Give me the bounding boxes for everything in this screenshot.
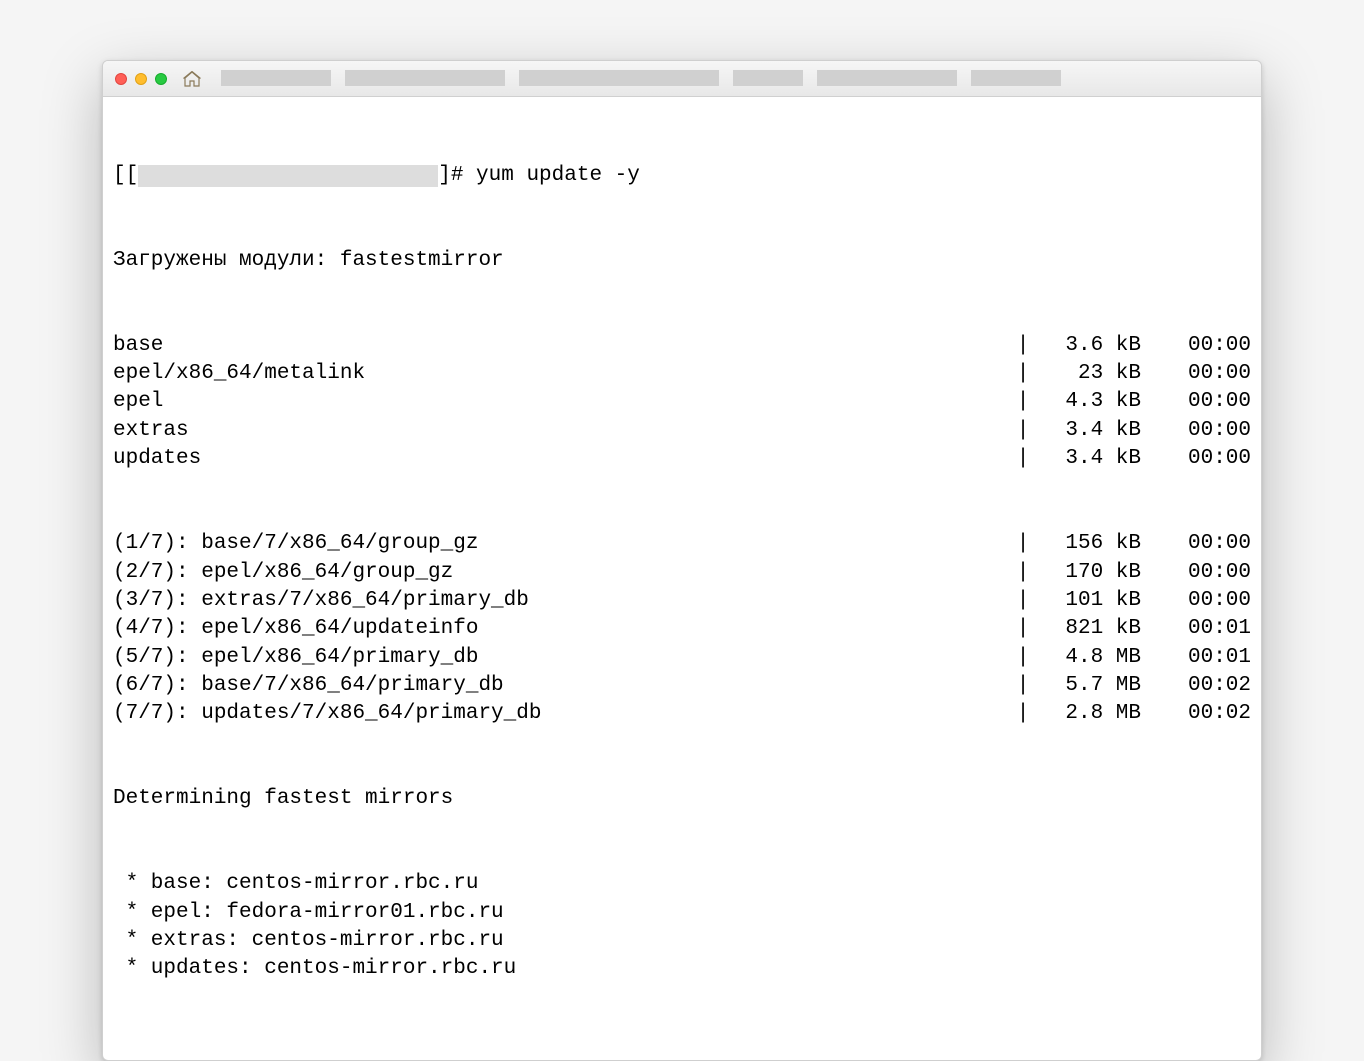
row-time: 00:00 xyxy=(1141,445,1251,473)
mirrors-list: * base: centos-mirror.rbc.ru * epel: fed… xyxy=(113,870,1251,983)
output-row: (1/7): base/7/x86_64/group_gz | 156 kB00:… xyxy=(113,530,1251,558)
output-row: (3/7): extras/7/x86_64/primary_db | 101 k… xyxy=(113,587,1251,615)
row-name: base xyxy=(113,332,163,360)
row-time: 00:00 xyxy=(1141,559,1251,587)
row-fill xyxy=(478,615,1012,643)
output-row: (6/7): base/7/x86_64/primary_db | 5.7 MB0… xyxy=(113,672,1251,700)
output-row: updates | 3.4 kB00:00 xyxy=(113,445,1251,473)
row-size: 23 kB xyxy=(1046,360,1141,388)
output-row: (7/7): updates/7/x86_64/primary_db | 2.8 … xyxy=(113,700,1251,728)
zoom-window-button[interactable] xyxy=(155,73,167,85)
terminal-content[interactable]: [[ ]# yum update -y Загружены модули: fas… xyxy=(103,97,1261,1060)
row-separator: | xyxy=(1013,445,1046,473)
row-fill xyxy=(541,700,1012,728)
hostname-redacted xyxy=(138,165,438,187)
row-size: 821 kB xyxy=(1046,615,1141,643)
prompt-close: ]# xyxy=(438,162,476,190)
row-time: 00:00 xyxy=(1141,360,1251,388)
row-time: 00:00 xyxy=(1141,530,1251,558)
output-row: epel | 4.3 kB00:00 xyxy=(113,388,1251,416)
row-name: (4/7): epel/x86_64/updateinfo xyxy=(113,615,478,643)
row-separator: | xyxy=(1013,360,1046,388)
row-fill xyxy=(189,417,1013,445)
row-time: 00:00 xyxy=(1141,332,1251,360)
row-name: (6/7): base/7/x86_64/primary_db xyxy=(113,672,504,700)
row-size: 156 kB xyxy=(1046,530,1141,558)
row-name: updates xyxy=(113,445,201,473)
row-name: (3/7): extras/7/x86_64/primary_db xyxy=(113,587,529,615)
row-size: 4.3 kB xyxy=(1046,388,1141,416)
mirror-line: * extras: centos-mirror.rbc.ru xyxy=(113,927,1251,955)
download-list: (1/7): base/7/x86_64/group_gz| 156 kB00:… xyxy=(113,530,1251,728)
row-size: 101 kB xyxy=(1046,587,1141,615)
row-name: (2/7): epel/x86_64/group_gz xyxy=(113,559,453,587)
row-separator: | xyxy=(1013,587,1046,615)
titlebar[interactable] xyxy=(103,61,1261,97)
output-row: extras | 3.4 kB00:00 xyxy=(113,417,1251,445)
output-row: epel/x86_64/metalink | 23 kB00:00 xyxy=(113,360,1251,388)
row-fill xyxy=(201,445,1013,473)
row-time: 00:01 xyxy=(1141,615,1251,643)
row-name: (1/7): base/7/x86_64/group_gz xyxy=(113,530,478,558)
row-name: (5/7): epel/x86_64/primary_db xyxy=(113,644,478,672)
row-separator: | xyxy=(1013,700,1046,728)
title-redacted xyxy=(221,70,1249,88)
row-size: 4.8 MB xyxy=(1046,644,1141,672)
row-fill xyxy=(478,530,1012,558)
row-separator: | xyxy=(1013,644,1046,672)
mirror-line: * base: centos-mirror.rbc.ru xyxy=(113,870,1251,898)
row-separator: | xyxy=(1013,332,1046,360)
row-time: 00:01 xyxy=(1141,644,1251,672)
row-size: 3.4 kB xyxy=(1046,445,1141,473)
row-time: 00:02 xyxy=(1141,672,1251,700)
command-text: yum update -y xyxy=(476,162,640,190)
loaded-modules-line: Загружены модули: fastestmirror xyxy=(113,247,1251,275)
row-fill xyxy=(163,332,1012,360)
row-separator: | xyxy=(1013,615,1046,643)
row-fill xyxy=(504,672,1013,700)
row-name: epel/x86_64/metalink xyxy=(113,360,365,388)
row-fill xyxy=(478,644,1012,672)
row-size: 5.7 MB xyxy=(1046,672,1141,700)
row-size: 2.8 MB xyxy=(1046,700,1141,728)
row-separator: | xyxy=(1013,530,1046,558)
output-row: (2/7): epel/x86_64/group_gz | 170 kB00:00 xyxy=(113,559,1251,587)
home-icon xyxy=(183,71,201,87)
mirror-line: * epel: fedora-mirror01.rbc.ru xyxy=(113,899,1251,927)
row-time: 00:00 xyxy=(1141,388,1251,416)
determining-line: Determining fastest mirrors xyxy=(113,785,1251,813)
row-fill xyxy=(365,360,1013,388)
row-fill xyxy=(163,388,1012,416)
minimize-window-button[interactable] xyxy=(135,73,147,85)
row-separator: | xyxy=(1013,559,1046,587)
row-name: epel xyxy=(113,388,163,416)
row-size: 3.4 kB xyxy=(1046,417,1141,445)
output-row: base | 3.6 kB00:00 xyxy=(113,332,1251,360)
output-row: (5/7): epel/x86_64/primary_db | 4.8 MB00:… xyxy=(113,644,1251,672)
row-fill xyxy=(529,587,1013,615)
row-fill xyxy=(453,559,1013,587)
output-row: (4/7): epel/x86_64/updateinfo | 821 kB00:… xyxy=(113,615,1251,643)
prompt-open: [[ xyxy=(113,162,138,190)
row-time: 00:00 xyxy=(1141,417,1251,445)
repo-list: base| 3.6 kB00:00epel/x86_64/metalink| 2… xyxy=(113,332,1251,474)
prompt-line: [[ ]# yum update -y xyxy=(113,162,1251,190)
mirror-line: * updates: centos-mirror.rbc.ru xyxy=(113,955,1251,983)
terminal-window: [[ ]# yum update -y Загружены модули: fas… xyxy=(102,60,1262,1061)
row-separator: | xyxy=(1013,388,1046,416)
row-name: extras xyxy=(113,417,189,445)
row-size: 170 kB xyxy=(1046,559,1141,587)
row-time: 00:02 xyxy=(1141,700,1251,728)
row-separator: | xyxy=(1013,417,1046,445)
row-separator: | xyxy=(1013,672,1046,700)
traffic-lights xyxy=(115,73,167,85)
row-name: (7/7): updates/7/x86_64/primary_db xyxy=(113,700,541,728)
row-time: 00:00 xyxy=(1141,587,1251,615)
close-window-button[interactable] xyxy=(115,73,127,85)
row-size: 3.6 kB xyxy=(1046,332,1141,360)
